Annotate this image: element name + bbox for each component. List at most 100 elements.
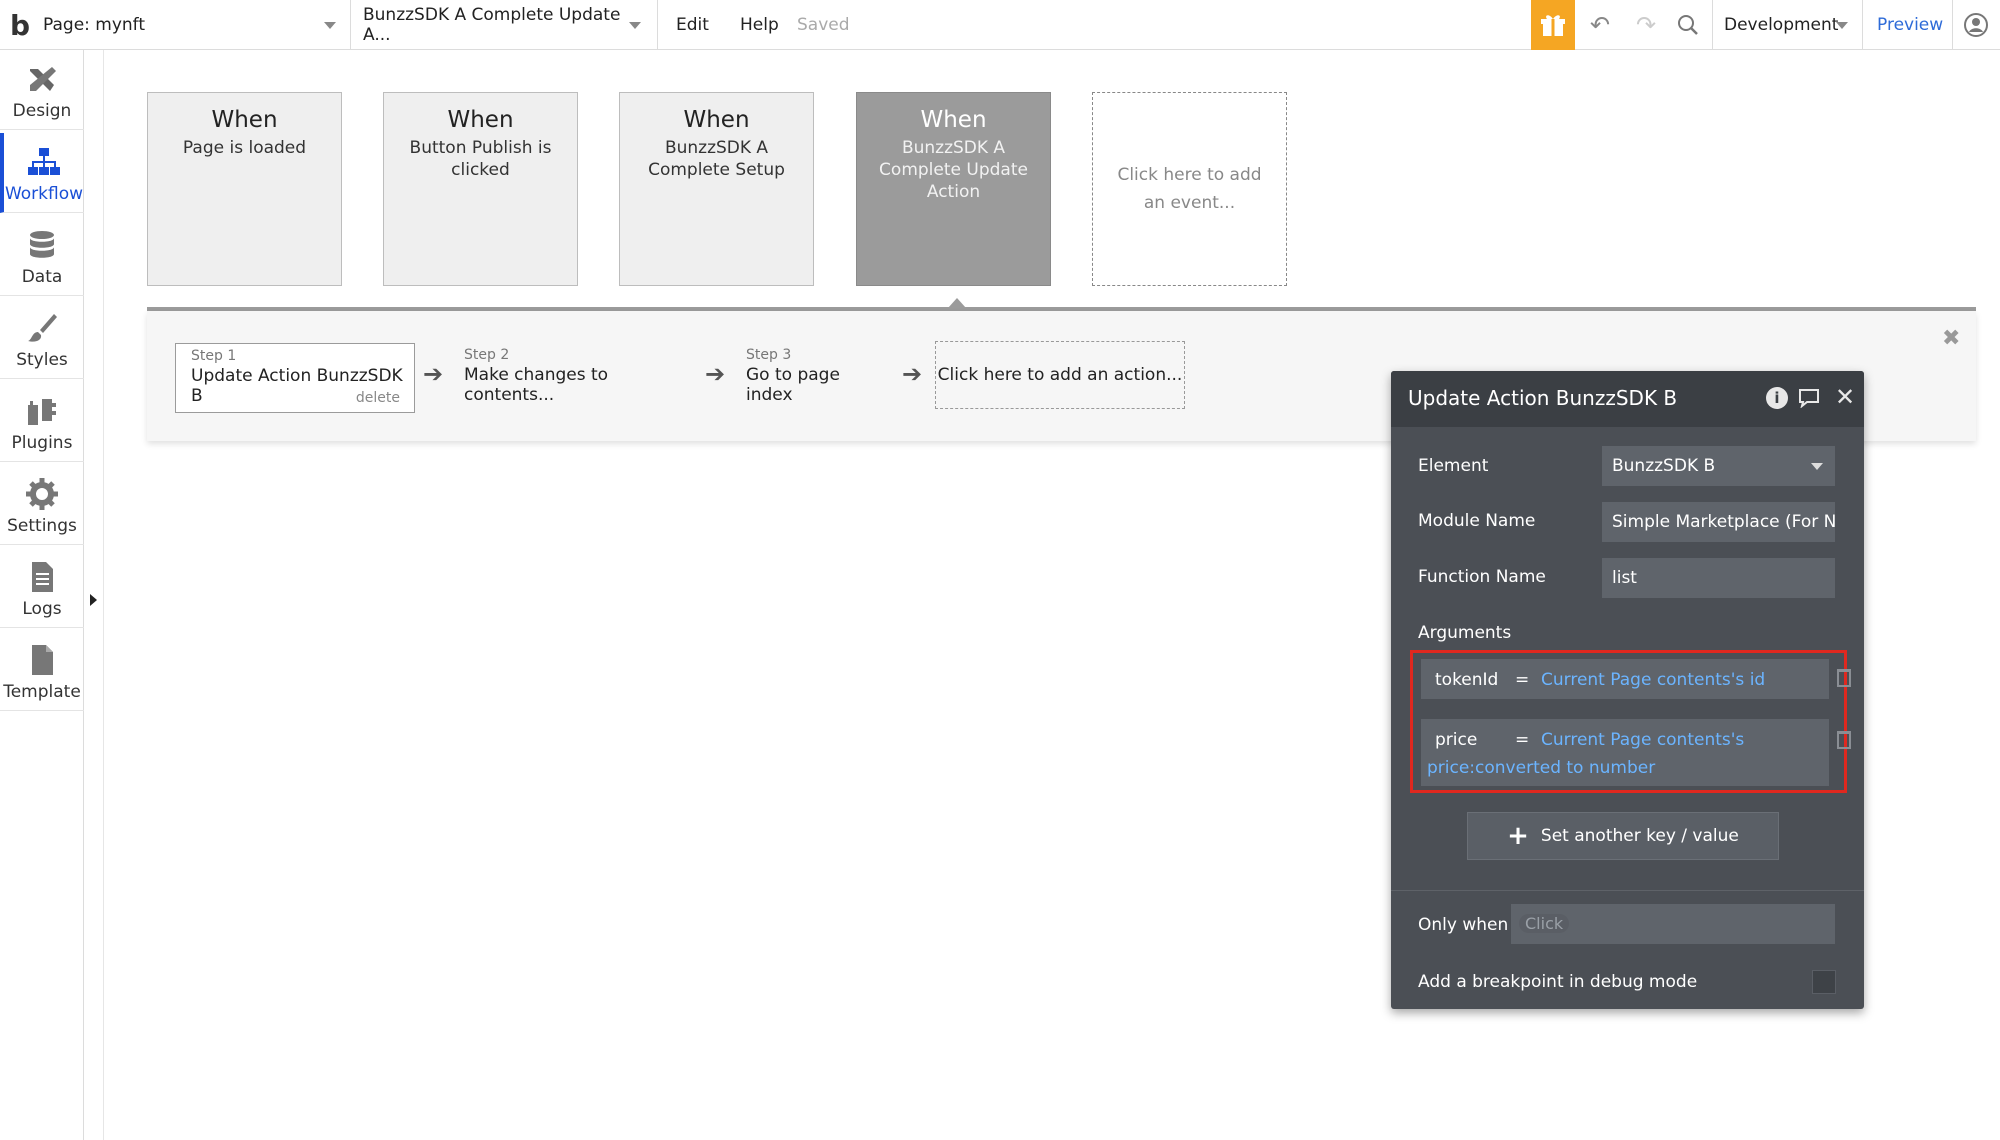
event-card[interactable]: When Page is loaded [147, 92, 342, 286]
page-selector[interactable]: Page: mynft [43, 0, 348, 50]
gift-button[interactable] [1531, 0, 1575, 50]
top-bar: b Page: mynft BunzzSDK A Complete Update… [0, 0, 2000, 50]
add-action-button[interactable]: Click here to add an action... [935, 341, 1185, 409]
sidebar-item-design[interactable]: Design [0, 50, 84, 130]
logo-text: b [9, 8, 31, 42]
sidebar-item-data[interactable]: Data [0, 216, 84, 296]
argument-value-continued[interactable]: price:converted to number [1427, 758, 1655, 778]
event-when: When [683, 107, 750, 133]
delete-step-link[interactable]: delete [356, 390, 400, 406]
sidebar-item-template[interactable]: Template [0, 631, 84, 711]
selected-event-pointer [948, 298, 966, 308]
step-title: Make changes to contents... [464, 365, 609, 405]
argument-key: price [1435, 730, 1478, 750]
environment-selector[interactable]: Development [1724, 0, 1854, 50]
breakpoint-checkbox[interactable] [1812, 970, 1836, 994]
module-name-label: Module Name [1418, 511, 1536, 531]
element-label: Element [1418, 456, 1489, 476]
step-number: Step 2 [464, 347, 510, 363]
step-number: Step 3 [746, 347, 792, 363]
arguments-highlight: tokenId = Current Page contents's id pri… [1410, 650, 1847, 793]
sidebar-item-settings[interactable]: Settings [0, 465, 84, 545]
gear-icon [26, 478, 58, 510]
comment-icon[interactable] [1797, 388, 1821, 408]
close-icon[interactable]: ✕ [1835, 383, 1855, 411]
arrow-right-icon: ➔ [705, 360, 726, 388]
sidebar-item-logs[interactable]: Logs [0, 548, 84, 628]
divider [350, 0, 351, 50]
preview-button[interactable]: Preview [1877, 0, 1943, 50]
environment-label: Development [1724, 15, 1839, 35]
only-when-input[interactable]: Click [1511, 904, 1835, 944]
element-value: BunzzSDK B [1612, 456, 1716, 476]
sidebar-item-label: Template [3, 682, 81, 702]
redo-icon: ↷ [1635, 11, 1657, 39]
panel-header[interactable]: Update Action BunzzSDK B i ✕ [1391, 371, 1864, 427]
profile-button[interactable] [1960, 0, 1992, 50]
only-when-label: Only when [1418, 915, 1509, 935]
data-icon [30, 231, 54, 258]
divider [1391, 890, 1864, 891]
menu-help[interactable]: Help [740, 0, 779, 50]
function-name-input[interactable]: list [1602, 558, 1835, 598]
styles-icon [28, 314, 57, 342]
event-when: When [920, 107, 987, 133]
step-title: Go to page index [746, 365, 840, 405]
step-number: Step 1 [191, 348, 237, 364]
add-event-button[interactable]: Click here to add an event... [1092, 92, 1287, 286]
workflow-selector[interactable]: BunzzSDK A Complete Update A... [363, 0, 653, 50]
logs-icon [32, 562, 53, 592]
redo-button[interactable]: ↷ [1628, 0, 1664, 50]
bubble-logo[interactable]: b [6, 0, 34, 50]
trash-icon[interactable] [1837, 731, 1851, 749]
sidebar-item-label: Settings [7, 516, 77, 536]
only-when-placeholder[interactable]: Click [1519, 914, 1570, 933]
breakpoint-label: Add a breakpoint in debug mode [1418, 972, 1698, 992]
argument-equals: = [1515, 730, 1530, 750]
argument-value[interactable]: Current Page contents's id [1541, 670, 1765, 690]
element-dropdown[interactable]: BunzzSDK B [1602, 446, 1835, 486]
arguments-label: Arguments [1418, 623, 1512, 643]
undo-button[interactable]: ↶ [1582, 0, 1618, 50]
workflow-icon [28, 148, 60, 175]
argument-value[interactable]: Current Page contents's [1541, 730, 1744, 750]
search-icon [1678, 15, 1698, 35]
divider [1952, 0, 1953, 50]
sidebar-item-workflow[interactable]: Workflow [0, 133, 84, 213]
plus-icon: + [1507, 821, 1529, 851]
event-card[interactable]: When Button Publish is clicked [383, 92, 578, 286]
step-card[interactable]: Step 2 Make changes to contents... [449, 343, 689, 413]
sidebar-item-label: Logs [22, 599, 62, 619]
module-name-input[interactable]: Simple Marketplace (For NFT [1602, 502, 1835, 542]
sidebar-item-styles[interactable]: Styles [0, 299, 84, 379]
event-when: When [447, 107, 514, 133]
panel-title: Update Action BunzzSDK B [1408, 386, 1678, 410]
argument-row[interactable]: price = Current Page contents's price:co… [1421, 719, 1829, 786]
step-card[interactable]: Step 1 Update Action BunzzSDK B delete [175, 343, 415, 413]
sidebar-item-label: Styles [16, 350, 68, 370]
event-description: BunzzSDK A Complete Update Action [879, 138, 1028, 202]
search-button[interactable] [1670, 0, 1706, 50]
event-card[interactable]: When BunzzSDK A Complete Setup [619, 92, 814, 286]
menu-edit[interactable]: Edit [676, 0, 709, 50]
event-when: When [211, 107, 278, 133]
sidebar-expand-arrow-icon[interactable] [90, 594, 97, 606]
argument-row[interactable]: tokenId = Current Page contents's id [1421, 659, 1829, 699]
chevron-down-icon [629, 22, 641, 29]
plugins-icon [28, 399, 56, 425]
close-icon[interactable]: ✖ [1942, 326, 1960, 351]
page-selector-label: Page: mynft [43, 15, 146, 35]
gift-icon [1541, 15, 1565, 36]
sidebar: Design Workflow Data Styles Plugins Sett… [0, 50, 84, 1140]
event-card-selected[interactable]: When BunzzSDK A Complete Update Action [856, 92, 1051, 286]
info-icon[interactable]: i [1766, 387, 1788, 409]
event-description: Page is loaded [182, 138, 307, 158]
template-icon [32, 645, 53, 675]
set-another-key-value-button[interactable]: + Set another key / value [1467, 812, 1779, 860]
trash-icon[interactable] [1837, 669, 1851, 687]
step-card[interactable]: Step 3 Go to page index [731, 343, 891, 413]
set-kv-label: Set another key / value [1540, 826, 1739, 846]
divider [1862, 0, 1863, 50]
sidebar-item-plugins[interactable]: Plugins [0, 382, 84, 462]
save-status: Saved [797, 15, 850, 35]
